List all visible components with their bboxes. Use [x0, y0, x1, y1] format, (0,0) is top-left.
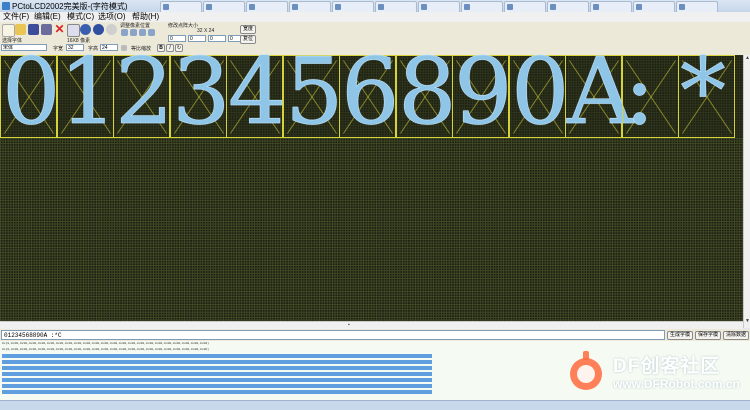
width-button[interactable]: 宽度: [240, 25, 256, 34]
save-icon[interactable]: [28, 24, 39, 35]
menu-bar: 文件(F) 编辑(E) 模式(C) 选项(O) 帮助(H): [0, 12, 750, 22]
tab-icon: [679, 4, 685, 10]
browser-tab[interactable]: [203, 1, 245, 12]
browser-tab[interactable]: [461, 1, 503, 12]
browser-tab[interactable]: [676, 1, 718, 12]
output-selected-row: [2, 372, 432, 376]
window-title: PCtoLCD2002完美版-(字符模式): [12, 2, 128, 11]
output-selected-row: [2, 378, 432, 382]
tab-icon: [335, 4, 341, 10]
scroll-up-icon[interactable]: ▲: [745, 55, 750, 61]
menu-options[interactable]: 选项(O): [98, 12, 126, 22]
lcd-glyph: *: [680, 38, 727, 145]
arrow-right-icon[interactable]: [148, 29, 155, 36]
tab-icon: [378, 4, 384, 10]
arrow-down-icon[interactable]: [139, 29, 146, 36]
settings-icon[interactable]: [80, 24, 91, 35]
lcd-glyph: 8: [398, 38, 457, 145]
lcd-glyph: 3: [172, 38, 231, 145]
save-font-button[interactable]: 保存字模: [695, 331, 721, 340]
tab-icon: [206, 4, 212, 10]
watermark-url: www.DFRobot.com.cn: [613, 377, 740, 391]
browser-tab[interactable]: [246, 1, 288, 12]
scroll-thumb-icon[interactable]: ▪: [348, 322, 350, 328]
lcd-glyph: 6: [341, 38, 400, 145]
copy-icon[interactable]: [41, 24, 52, 35]
help-icon[interactable]: [93, 24, 104, 35]
arrow-up-icon[interactable]: [130, 29, 137, 36]
output-selected-row: [2, 366, 432, 370]
browser-tab[interactable]: [590, 1, 632, 12]
lcd-glyph: 9: [454, 38, 513, 145]
tab-icon: [636, 4, 642, 10]
adjust-pixel-label: 调整像素位置: [120, 23, 151, 29]
output-selected-row: [2, 390, 432, 394]
lcd-glyph: 5: [285, 38, 344, 145]
grid-dims: 32 X 24: [197, 28, 215, 34]
tab-icon: [550, 4, 556, 10]
scroll-down-icon[interactable]: ▼: [745, 318, 750, 324]
lcd-glyph: 4: [228, 38, 287, 145]
grid-size-label: 修改点阵大小: [168, 23, 199, 29]
lcd-glyph: 0: [2, 38, 61, 145]
dfrobot-logo-icon: [570, 351, 602, 390]
browser-tab[interactable]: [375, 1, 417, 12]
tab-icon: [292, 4, 298, 10]
about-icon[interactable]: [106, 24, 117, 35]
generate-button[interactable]: 生成字模: [667, 331, 693, 340]
menu-file[interactable]: 文件(F): [3, 12, 29, 22]
lcd-glyph: 2: [115, 38, 174, 145]
output-selected-row: [2, 354, 432, 358]
tab-icon: [464, 4, 470, 10]
browser-tab[interactable]: [332, 1, 374, 12]
lcd-glyph: :: [624, 38, 656, 145]
menu-help[interactable]: 帮助(H): [132, 12, 159, 22]
watermark-title: DF创客社区: [613, 356, 721, 377]
output-selected-row: [2, 384, 432, 388]
browser-tab[interactable]: [160, 1, 202, 12]
menu-mode[interactable]: 模式(C): [67, 12, 94, 22]
lcd-glyph: 1: [59, 38, 118, 145]
title-bar: PCtoLCD2002完美版-(字符模式): [0, 0, 750, 12]
output-selected-row: [2, 360, 432, 364]
tab-icon: [421, 4, 427, 10]
output-line: 0x{0,0x00,0x00,0x00,0x00,0x00,0x00,0x00,…: [2, 348, 210, 351]
output-header-hex: 0x{0,0x00,0x00,0x00,0x00,0x00,0x00,0x00,…: [2, 342, 210, 345]
arrow-left-icon[interactable]: [121, 29, 128, 36]
clear-button[interactable]: 清除数据: [723, 331, 749, 340]
app-icon: [2, 2, 10, 10]
browser-tab[interactable]: [633, 1, 675, 12]
tab-icon: [593, 4, 599, 10]
horizontal-scrollbar[interactable]: ▪: [0, 321, 743, 329]
lcd-glyph: A: [567, 38, 634, 145]
tab-icon: [249, 4, 255, 10]
text-input[interactable]: 01234568890A :*C: [1, 330, 665, 340]
lcd-glyph: 0: [511, 38, 570, 145]
browser-tab[interactable]: [418, 1, 460, 12]
tab-icon: [507, 4, 513, 10]
tab-icon: [163, 4, 169, 10]
browser-tab[interactable]: [547, 1, 589, 12]
open-folder-icon[interactable]: [15, 24, 26, 35]
page-icon[interactable]: [67, 24, 80, 37]
menu-edit[interactable]: 编辑(E): [34, 12, 61, 22]
browser-tab[interactable]: [289, 1, 331, 12]
delete-icon[interactable]: ✕: [54, 23, 65, 35]
watermark: DF创客社区 www.DFRobot.com.cn: [563, 346, 748, 400]
vertical-scrollbar[interactable]: ▲ ▼: [743, 55, 750, 328]
browser-tab[interactable]: [504, 1, 546, 12]
new-file-icon[interactable]: [2, 24, 15, 37]
